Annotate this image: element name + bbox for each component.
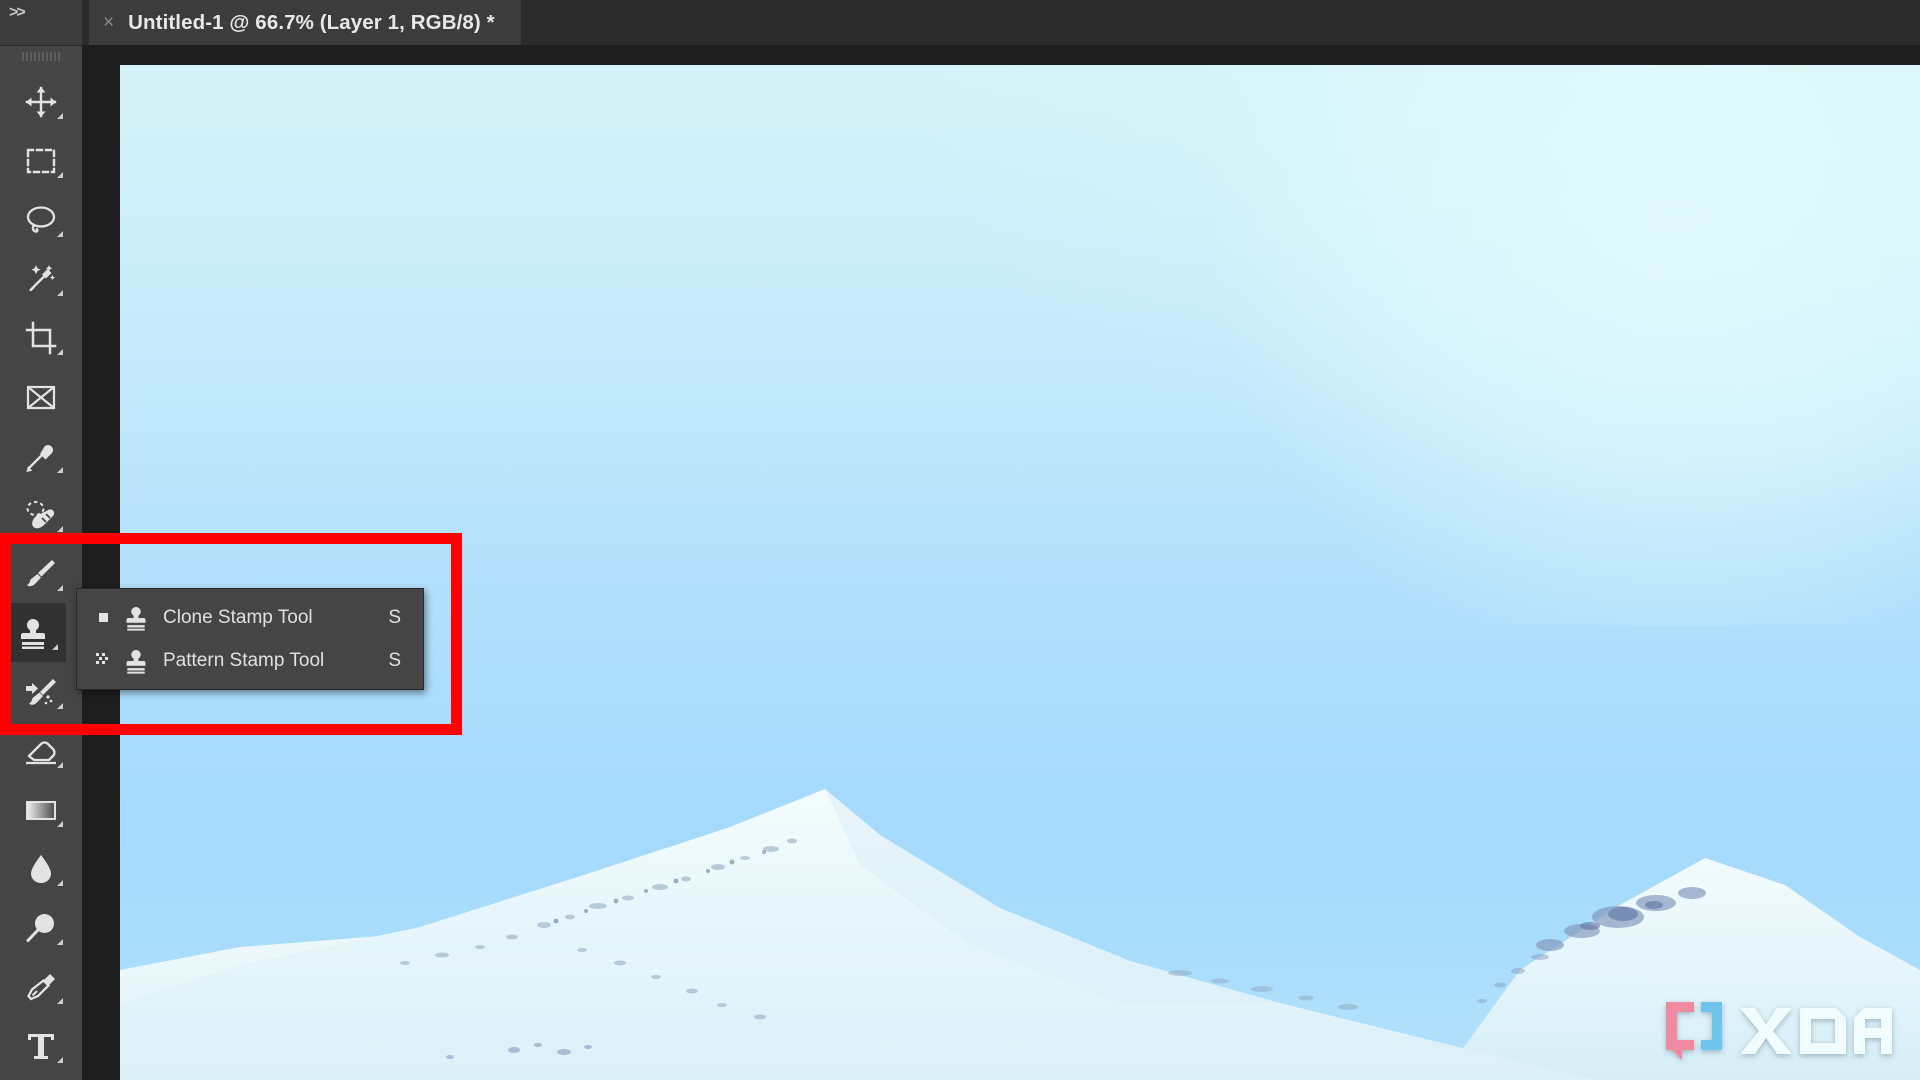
eyedropper-icon	[22, 437, 60, 475]
crop-tool-button[interactable]	[0, 308, 82, 367]
pen-icon	[22, 968, 60, 1006]
clone-stamp-tool-menu-item[interactable]: Clone Stamp Tool S	[77, 596, 423, 639]
dodge-icon	[22, 909, 60, 947]
document-tab-bar: × Untitled-1 @ 66.7% (Layer 1, RGB/8) *	[82, 0, 1920, 45]
menu-item-shortcut: S	[388, 606, 401, 628]
type-icon	[22, 1027, 60, 1065]
flyout-indicator-icon	[57, 585, 63, 591]
clone-stamp-icon	[121, 603, 151, 633]
pattern-stamp-icon	[121, 646, 151, 676]
pen-tool-button[interactable]	[0, 957, 82, 1016]
brush-icon	[22, 555, 60, 593]
xda-watermark	[1660, 998, 1898, 1060]
document-tab[interactable]: × Untitled-1 @ 66.7% (Layer 1, RGB/8) *	[89, 0, 521, 45]
frame-tool-button[interactable]	[0, 367, 82, 426]
move-tool-button[interactable]	[0, 72, 82, 131]
flyout-indicator-icon	[57, 113, 63, 119]
horizontal-type-tool-button[interactable]	[0, 1016, 82, 1075]
move-icon	[22, 83, 60, 121]
clone-stamp-icon	[14, 614, 52, 652]
object-selection-tool-button[interactable]	[0, 249, 82, 308]
magic-wand-icon	[22, 260, 60, 298]
eraser-tool-button[interactable]	[0, 721, 82, 780]
history-brush-tool-button[interactable]	[0, 662, 82, 721]
gradient-tool-button[interactable]	[0, 780, 82, 839]
blur-droplet-icon	[22, 850, 60, 888]
pattern-dots-icon	[93, 651, 113, 671]
path-selection-tool-button[interactable]	[0, 1075, 82, 1080]
menu-item-label: Pattern Stamp Tool	[163, 649, 325, 671]
crop-icon	[22, 319, 60, 357]
gradient-icon	[22, 791, 60, 829]
eyedropper-tool-button[interactable]	[0, 426, 82, 485]
flyout-indicator-icon	[57, 290, 63, 296]
flyout-indicator-icon	[57, 467, 63, 473]
mountain-range	[120, 65, 1920, 1080]
eraser-icon	[22, 732, 60, 770]
mountain-photo	[120, 65, 1920, 1080]
tab-title: Untitled-1 @ 66.7% (Layer 1, RGB/8) *	[128, 10, 495, 34]
close-icon[interactable]: ×	[103, 13, 114, 32]
photoshop-window: × Untitled-1 @ 66.7% (Layer 1, RGB/8) * …	[0, 0, 1920, 1080]
dodge-tool-button[interactable]	[0, 898, 82, 957]
flyout-indicator-icon	[57, 939, 63, 945]
menu-item-label: Clone Stamp Tool	[163, 606, 313, 628]
flyout-indicator-icon	[52, 644, 58, 650]
menu-item-shortcut: S	[388, 649, 401, 671]
tool-list	[0, 72, 82, 1080]
clone-stamp-flyout-menu[interactable]: Clone Stamp Tool S Pattern Stamp Tool S	[76, 588, 424, 690]
flyout-indicator-icon	[57, 231, 63, 237]
history-brush-icon	[22, 673, 60, 711]
canvas-gutter	[82, 45, 120, 1080]
flyout-indicator-icon	[57, 880, 63, 886]
flyout-indicator-icon	[57, 762, 63, 768]
tools-panel: >>	[0, 0, 82, 1080]
rectangular-marquee-tool-button[interactable]	[0, 131, 82, 190]
flyout-indicator-icon	[57, 1057, 63, 1063]
flyout-indicator-icon	[57, 172, 63, 178]
flyout-indicator-icon	[57, 703, 63, 709]
spot-healing-brush-tool-button[interactable]	[0, 485, 82, 544]
flyout-indicator-icon	[57, 998, 63, 1004]
healing-brush-icon	[22, 496, 60, 534]
pattern-stamp-tool-menu-item[interactable]: Pattern Stamp Tool S	[77, 639, 423, 682]
tools-panel-header: >>	[0, 0, 82, 46]
lasso-tool-button[interactable]	[0, 190, 82, 249]
clone-stamp-tool-button[interactable]	[0, 603, 66, 662]
photoshop-canvas[interactable]	[120, 65, 1920, 1080]
flyout-indicator-icon	[57, 821, 63, 827]
flyout-indicator-icon	[57, 526, 63, 532]
brush-tool-button[interactable]	[0, 544, 82, 603]
blur-tool-button[interactable]	[0, 839, 82, 898]
selected-marker-icon	[93, 608, 113, 628]
expand-panel-icon[interactable]: >>	[9, 5, 26, 21]
flyout-indicator-icon	[57, 349, 63, 355]
drag-handle-icon[interactable]	[22, 52, 62, 61]
lasso-icon	[22, 201, 60, 239]
marquee-icon	[22, 142, 60, 180]
frame-icon	[22, 378, 60, 416]
